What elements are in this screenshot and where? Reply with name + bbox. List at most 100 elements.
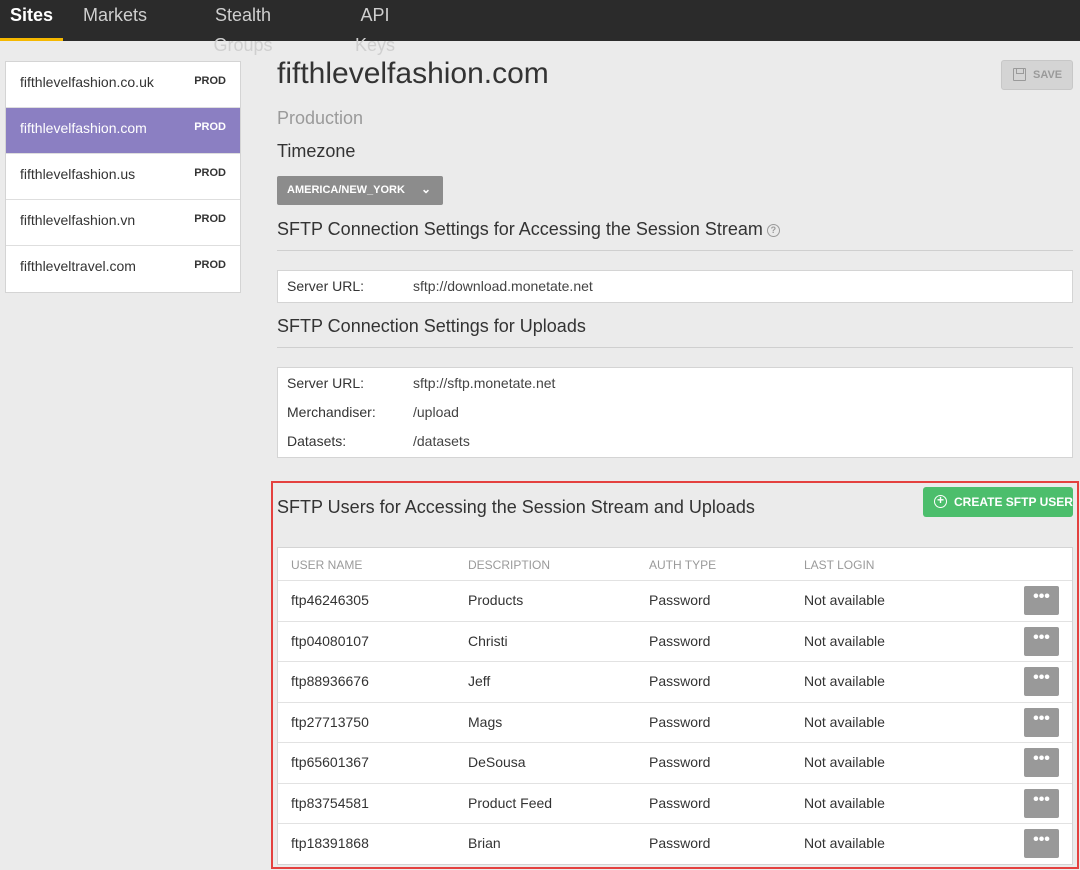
cell-last-login: Not available (804, 673, 885, 689)
site-env-badge: PROD (194, 167, 226, 179)
cell-username: ftp04080107 (291, 633, 369, 649)
cell-auth-type: Password (649, 714, 711, 730)
site-env-badge: PROD (194, 213, 226, 225)
site-name: fifthlevelfashion.us (20, 166, 136, 182)
setting-key: Datasets: (287, 433, 347, 449)
uploads-settings-box: Server URL: sftp://sftp.monetate.net Mer… (277, 367, 1073, 458)
uploads-heading: SFTP Connection Settings for Uploads (277, 316, 586, 336)
cell-auth-type: Password (649, 673, 711, 689)
cell-username: ftp18391868 (291, 835, 369, 851)
session-settings-box: Server URL: sftp://download.monetate.net (277, 270, 1073, 303)
timezone-dropdown[interactable]: AMERICA/NEW_YORK ⌄ (277, 176, 443, 205)
site-item[interactable]: fifthlevelfashion.us PROD (6, 154, 240, 200)
table-row: ftp27713750 Mags Password Not available … (278, 702, 1072, 743)
cell-description: Mags (468, 714, 503, 730)
help-icon[interactable]: ? (766, 224, 780, 237)
users-table: USER NAME DESCRIPTION AUTH TYPE LAST LOG… (277, 547, 1073, 865)
cell-description: Jeff (468, 673, 491, 689)
site-item[interactable]: fifthleveltravel.com PROD (6, 246, 240, 292)
setting-value: sftp://download.monetate.net (413, 278, 593, 294)
more-actions-button[interactable]: ••• (1024, 708, 1059, 737)
site-item[interactable]: fifthlevelfashion.co.uk PROD (6, 62, 240, 108)
more-actions-button[interactable]: ••• (1024, 667, 1059, 696)
sftp-users-heading: SFTP Users for Accessing the Session Str… (277, 497, 755, 517)
cell-last-login: Not available (804, 835, 885, 851)
timezone-heading: Timezone (277, 141, 356, 161)
setting-value: sftp://sftp.monetate.net (413, 375, 556, 391)
create-sftp-user-button[interactable]: + CREATE SFTP USER (923, 487, 1073, 517)
cell-auth-type: Password (649, 835, 711, 851)
site-name: fifthlevelfashion.vn (20, 212, 136, 228)
column-header-last-login[interactable]: LAST LOGIN (804, 558, 874, 572)
cell-auth-type: Password (649, 592, 711, 608)
cell-username: ftp88936676 (291, 673, 369, 689)
site-name: fifthlevelfashion.com (20, 120, 147, 136)
cell-last-login: Not available (804, 714, 885, 730)
cell-last-login: Not available (804, 795, 885, 811)
table-row: ftp04080107 Christi Password Not availab… (278, 621, 1072, 662)
tab-markets[interactable]: Markets (82, 0, 148, 41)
cell-auth-type: Password (649, 633, 711, 649)
cell-last-login: Not available (804, 754, 885, 770)
more-actions-button[interactable]: ••• (1024, 748, 1059, 777)
cell-auth-type: Password (649, 795, 711, 811)
divider (277, 250, 1073, 251)
site-name: fifthleveltravel.com (20, 258, 136, 274)
site-list: fifthlevelfashion.co.uk PROD fifthlevelf… (5, 61, 241, 293)
table-row: ftp46246305 Products Password Not availa… (278, 580, 1072, 621)
site-item[interactable]: fifthlevelfashion.vn PROD (6, 200, 240, 246)
save-button-label: SAVE (1033, 69, 1063, 81)
setting-value: /upload (413, 404, 459, 420)
timezone-value: AMERICA/NEW_YORK (287, 184, 405, 196)
column-header-username[interactable]: USER NAME (291, 558, 362, 572)
tab-sites[interactable]: Sites (0, 0, 63, 41)
site-name: fifthlevelfashion.co.uk (20, 74, 154, 90)
setting-key: Server URL: (287, 278, 365, 294)
chevron-down-icon: ⌄ (421, 182, 432, 196)
site-env-badge: PROD (194, 259, 226, 271)
site-env-badge: PROD (194, 121, 226, 133)
more-actions-button[interactable]: ••• (1024, 586, 1059, 615)
cell-description: Brian (468, 835, 501, 851)
table-row: ftp18391868 Brian Password Not available… (278, 823, 1072, 864)
more-actions-button[interactable]: ••• (1024, 627, 1059, 656)
cell-auth-type: Password (649, 754, 711, 770)
settings-row: Server URL: sftp://download.monetate.net (278, 272, 1072, 301)
cell-description: Product Feed (468, 795, 553, 811)
site-item-selected[interactable]: fifthlevelfashion.com PROD (6, 108, 240, 154)
setting-key: Server URL: (287, 375, 365, 391)
tab-stealth-groups[interactable]: Stealth Groups (183, 0, 303, 55)
page-title: fifthlevelfashion.com (277, 57, 549, 90)
cell-last-login: Not available (804, 633, 885, 649)
create-sftp-user-label: CREATE SFTP USER (954, 495, 1073, 509)
tab-api-keys[interactable]: API Keys (339, 0, 411, 55)
environment-label: Production (277, 108, 364, 128)
settings-row: Server URL: sftp://sftp.monetate.net (278, 369, 1072, 398)
table-row: ftp83754581 Product Feed Password Not av… (278, 783, 1072, 824)
more-actions-button[interactable]: ••• (1024, 789, 1059, 818)
table-row: ftp88936676 Jeff Password Not available … (278, 661, 1072, 702)
settings-row: Merchandiser: /upload (278, 398, 1072, 427)
column-header-auth-type[interactable]: AUTH TYPE (649, 558, 716, 572)
cell-description: Christi (468, 633, 508, 649)
floppy-disk-icon (1013, 68, 1026, 81)
more-actions-button[interactable]: ••• (1024, 829, 1059, 858)
setting-key: Merchandiser: (287, 404, 376, 420)
top-nav: Sites Markets Stealth Groups API Keys (0, 0, 1080, 55)
cell-last-login: Not available (804, 592, 885, 608)
settings-row: Datasets: /datasets (278, 427, 1072, 456)
column-header-description[interactable]: DESCRIPTION (468, 558, 550, 572)
cell-username: ftp83754581 (291, 795, 369, 811)
setting-value: /datasets (413, 433, 470, 449)
session-stream-heading: SFTP Connection Settings for Accessing t… (277, 219, 780, 240)
site-env-badge: PROD (194, 75, 226, 87)
cell-username: ftp46246305 (291, 592, 369, 608)
cell-description: Products (468, 592, 524, 608)
session-stream-heading-text: SFTP Connection Settings for Accessing t… (277, 219, 763, 239)
cell-username: ftp65601367 (291, 754, 369, 770)
table-row: ftp65601367 DeSousa Password Not availab… (278, 742, 1072, 783)
plus-circle-icon: + (934, 494, 947, 508)
divider (277, 347, 1073, 348)
cell-description: DeSousa (468, 754, 526, 770)
save-button[interactable]: SAVE (1001, 60, 1073, 90)
